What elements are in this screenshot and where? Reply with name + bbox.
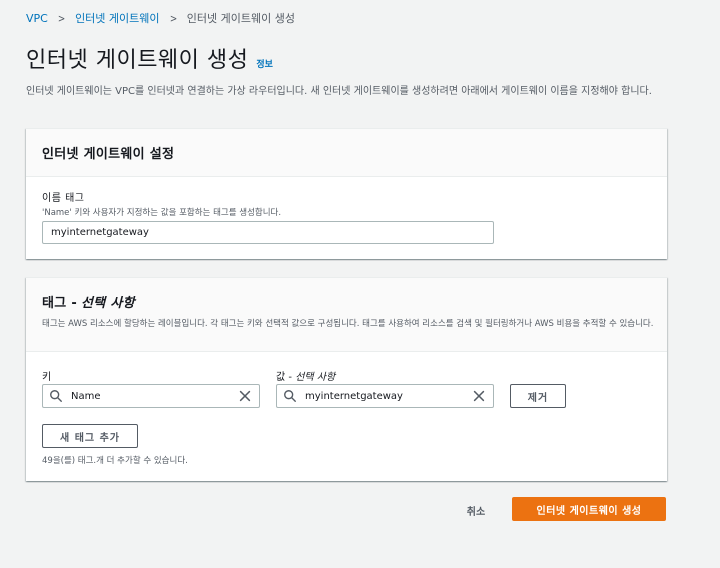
tags-title-text: 태그 - xyxy=(42,296,78,311)
chevron-right-icon: > xyxy=(169,11,177,25)
breadcrumb-item-internet-gateways[interactable]: 인터넷 게이트웨이 xyxy=(75,10,159,26)
settings-panel: 인터넷 게이트웨이 설정 이름 태그 'Name' 키와 사용자가 지정하는 값… xyxy=(26,128,667,259)
name-tag-field: 이름 태그 'Name' 키와 사용자가 지정하는 값을 포함하는 태그를 생성… xyxy=(42,189,281,218)
page-description: 인터넷 게이트웨이는 VPC를 인터넷과 연결하는 가상 라우터입니다. 새 인… xyxy=(26,86,652,97)
tag-value-label: 값 - 선택 사항 xyxy=(276,368,335,383)
clear-icon[interactable] xyxy=(472,389,486,403)
breadcrumb-item-vpc[interactable]: VPC xyxy=(26,12,48,25)
tags-panel-title: 태그 - 선택 사항 xyxy=(42,292,651,311)
settings-panel-title: 인터넷 게이트웨이 설정 xyxy=(42,147,175,162)
tag-key-label: 키 xyxy=(42,372,52,383)
info-link[interactable]: 정보 xyxy=(256,57,273,70)
tags-title-optional: 선택 사항 xyxy=(81,296,135,311)
breadcrumb: VPC > 인터넷 게이트웨이 > 인터넷 게이트웨이 생성 xyxy=(26,10,295,26)
tag-key-input[interactable]: Name xyxy=(42,384,260,408)
page-header: 인터넷 게이트웨이 생성 정보 xyxy=(26,42,273,74)
breadcrumb-current: 인터넷 게이트웨이 생성 xyxy=(186,12,295,25)
tags-panel-description: 태그는 AWS 리소스에 할당하는 레이블입니다. 각 태그는 키와 선택적 값… xyxy=(42,319,654,329)
add-tag-button[interactable]: 새 태그 추가 xyxy=(42,424,138,448)
name-tag-description: 'Name' 키와 사용자가 지정하는 값을 포함하는 태그를 생성합니다. xyxy=(42,208,282,218)
name-tag-label: 이름 태그 xyxy=(42,193,85,204)
page-title: 인터넷 게이트웨이 생성 xyxy=(26,48,249,73)
tag-value-value: myinternetgateway xyxy=(305,390,403,402)
create-internet-gateway-button[interactable]: 인터넷 게이트웨이 생성 xyxy=(512,497,666,521)
search-icon xyxy=(50,390,62,402)
tag-value-input[interactable]: myinternetgateway xyxy=(276,384,494,408)
remove-tag-button[interactable]: 제거 xyxy=(510,384,566,408)
tag-value-label-text: 값 - xyxy=(276,372,292,383)
chevron-right-icon: > xyxy=(57,11,66,25)
tag-key-value: Name xyxy=(71,390,101,402)
settings-panel-header: 인터넷 게이트웨이 설정 xyxy=(26,129,667,177)
cancel-button[interactable]: 취소 xyxy=(452,498,500,522)
tag-value-label-optional: 선택 사항 xyxy=(295,372,336,383)
name-tag-input[interactable] xyxy=(42,221,494,244)
clear-icon[interactable] xyxy=(238,389,252,403)
search-icon xyxy=(284,390,296,402)
tags-panel-header: 태그 - 선택 사항 태그는 AWS 리소스에 할당하는 레이블입니다. 각 태… xyxy=(26,278,667,352)
tags-panel: 태그 - 선택 사항 태그는 AWS 리소스에 할당하는 레이블입니다. 각 태… xyxy=(26,277,667,481)
tag-limit-text: 49을(를) 태그.개 더 추가할 수 있습니다. xyxy=(42,456,188,466)
